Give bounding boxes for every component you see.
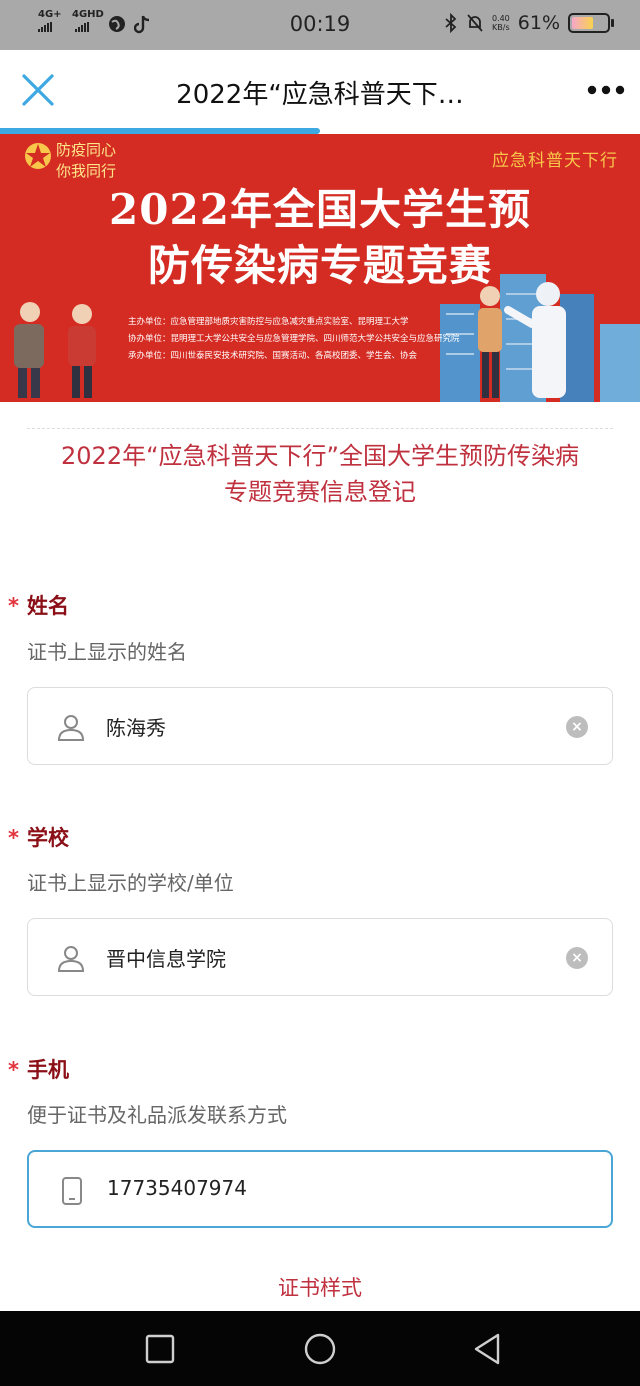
clear-icon[interactable]: × <box>566 947 588 969</box>
speed-unit: KB/s <box>492 23 510 32</box>
network-speed: 0.40 KB/s <box>492 14 510 32</box>
organizer-host: 主办单位：应急管理部地质灾害防控与应急减灾重点实验室、昆明理工大学 <box>128 317 409 327</box>
title-bar: 2022年“应急科普天下… <box>0 50 640 130</box>
battery-icon <box>568 13 614 33</box>
phone-field[interactable]: 17735407974 <box>27 1150 613 1228</box>
event-banner: 防疫同心 你我同行 应急科普天下行 2022年全国大学生预 防传染病专题竞赛 主… <box>0 134 640 402</box>
mute-bell-icon <box>467 14 483 32</box>
banner-headline: 2022年全国大学生预 防传染病专题竞赛 <box>0 182 640 294</box>
organizer-co-host: 协办单位：昆明理工大学公共安全与应急管理学院、四川师范大学公共安全与应急研究院 <box>128 334 460 344</box>
close-icon[interactable] <box>18 70 58 110</box>
battery-fill <box>572 17 593 29</box>
more-icon[interactable] <box>586 78 626 102</box>
required-mark: * <box>8 594 19 618</box>
form-title-line-2: 专题竞赛信息登记 <box>224 478 416 506</box>
school-hint: 证书上显示的学校/单位 <box>27 871 234 895</box>
school-field[interactable]: 晋中信息学院 × <box>27 918 613 996</box>
status-bar: 4G+ 4GHD 00:19 0.40 KB/s 61% <box>0 0 640 50</box>
headline-line-2: 防传染病专题竞赛 <box>147 241 492 290</box>
form-title-line-1: 2022年“应急科普天下行”全国大学生预防传染病 <box>61 442 579 470</box>
name-value[interactable]: 陈海秀 <box>106 712 166 741</box>
clear-icon[interactable]: × <box>566 716 588 738</box>
system-navigation-bar <box>0 1311 640 1386</box>
name-label-text: 姓名 <box>26 594 69 618</box>
slogan-line-1: 防疫同心 <box>56 141 117 159</box>
divider <box>27 428 613 429</box>
slogan-line-2: 你我同行 <box>56 162 117 180</box>
phone-value[interactable]: 17735407974 <box>107 1176 247 1200</box>
name-hint: 证书上显示的姓名 <box>27 640 187 664</box>
circle-icon[interactable] <box>302 1331 338 1367</box>
organizers: 主办单位：应急管理部地质灾害防控与应急减灾重点实验室、昆明理工大学 协办单位：昆… <box>128 314 460 365</box>
bluetooth-icon <box>445 13 457 33</box>
school-value[interactable]: 晋中信息学院 <box>106 943 226 972</box>
slogan: 防疫同心 你我同行 <box>56 140 116 182</box>
form-title: 2022年“应急科普天下行”全国大学生预防传染病 专题竞赛信息登记 <box>0 438 640 510</box>
square-icon[interactable] <box>142 1331 178 1367</box>
certificate-sample-link[interactable]: 证书样式 <box>0 1272 640 1302</box>
school-label: * 学校 <box>8 822 69 852</box>
emblem-icon <box>25 143 51 169</box>
name-label: * 姓名 <box>8 590 69 620</box>
school-label-text: 学校 <box>26 826 69 850</box>
phone-label-text: 手机 <box>26 1058 69 1082</box>
user-icon <box>57 946 85 972</box>
headline-line-1: 2022年全国大学生预 <box>109 185 531 234</box>
required-mark: * <box>8 1058 19 1082</box>
page-title: 2022年“应急科普天下… <box>176 80 464 110</box>
phone-label: * 手机 <box>8 1054 69 1084</box>
required-mark: * <box>8 826 19 850</box>
user-icon <box>57 715 85 741</box>
speed-value: 0.40 <box>491 14 510 23</box>
phone-hint: 便于证书及礼品派发联系方式 <box>27 1103 287 1127</box>
battery-percent: 61% <box>517 12 560 34</box>
triangle-back-icon[interactable] <box>470 1331 506 1367</box>
organizer-undertaker: 承办单位：四川世泰民安技术研究院、国赛活动、各高校团委、学生会、协会 <box>128 351 418 361</box>
name-field[interactable]: 陈海秀 × <box>27 687 613 765</box>
phone-icon <box>62 1177 82 1205</box>
banner-tagline: 应急科普天下行 <box>492 151 618 171</box>
